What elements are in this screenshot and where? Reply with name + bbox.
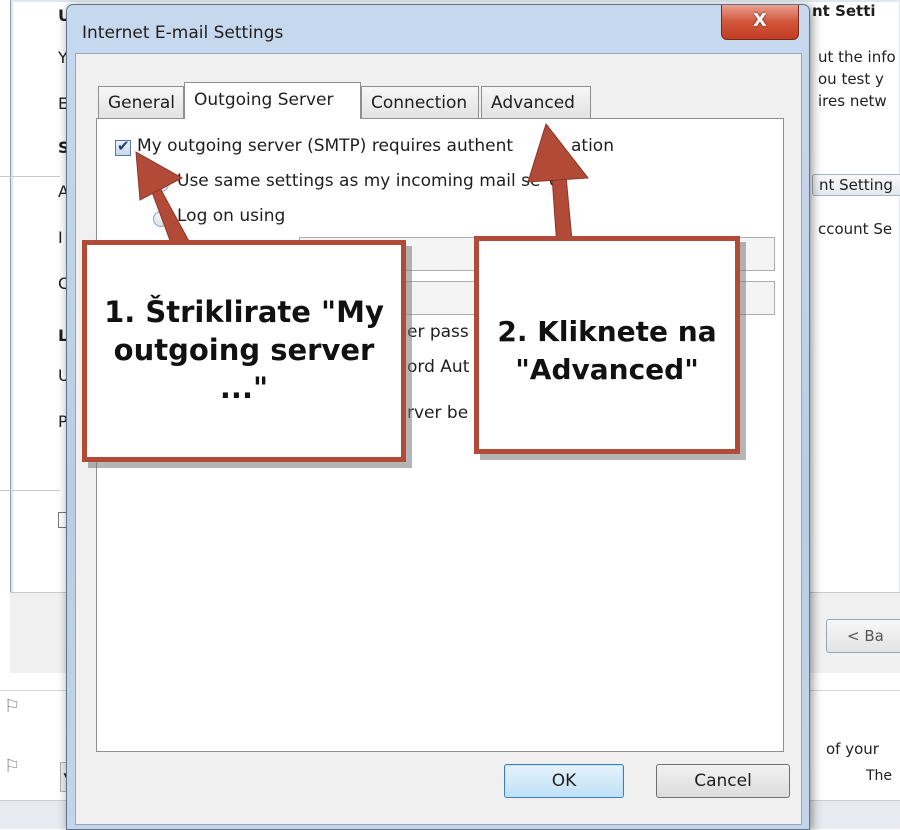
callout-step-2: 2. Kliknete na "Advanced" (474, 236, 740, 454)
callout-step-1: 1. Štriklirate "My outgoing server ..." (82, 240, 406, 462)
tab-outgoing-server[interactable]: Outgoing Server (184, 82, 361, 119)
